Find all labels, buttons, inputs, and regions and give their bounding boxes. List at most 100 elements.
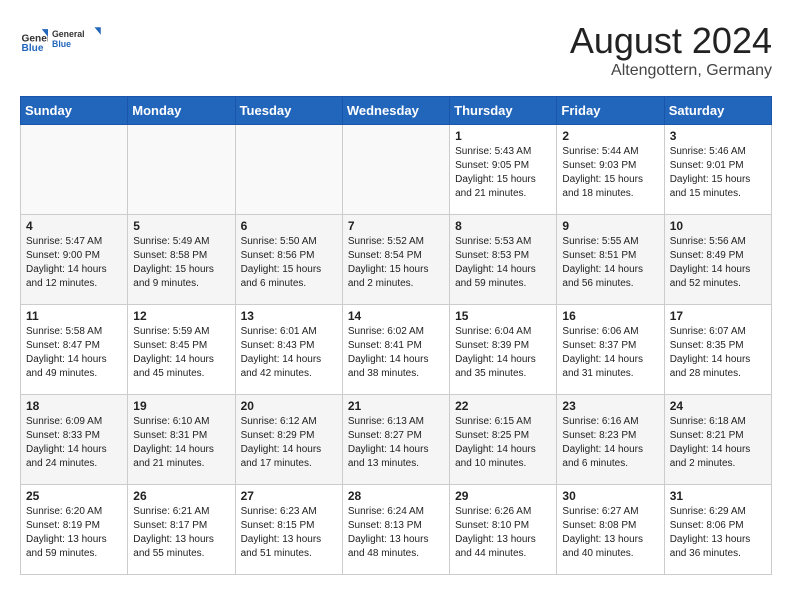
weekday-header-sunday: Sunday: [21, 97, 128, 125]
weekday-header-row: SundayMondayTuesdayWednesdayThursdayFrid…: [21, 97, 772, 125]
day-info: Sunrise: 6:16 AMSunset: 8:23 PMDaylight:…: [562, 415, 658, 471]
day-number: 10: [670, 219, 766, 233]
day-number: 30: [562, 489, 658, 503]
day-info: Sunrise: 5:47 AMSunset: 9:00 PMDaylight:…: [26, 235, 122, 291]
calendar-table: SundayMondayTuesdayWednesdayThursdayFrid…: [20, 96, 772, 575]
day-number: 23: [562, 399, 658, 413]
day-info: Sunrise: 6:29 AMSunset: 8:06 PMDaylight:…: [670, 505, 766, 561]
day-number: 15: [455, 309, 551, 323]
day-info: Sunrise: 5:56 AMSunset: 8:49 PMDaylight:…: [670, 235, 766, 291]
day-number: 24: [670, 399, 766, 413]
day-number: 6: [241, 219, 337, 233]
header: General Blue General Blue August 2024 Al…: [20, 20, 772, 80]
day-cell: 27 Sunrise: 6:23 AMSunset: 8:15 PMDayligh…: [235, 485, 342, 575]
day-number: 31: [670, 489, 766, 503]
day-cell: 12Sunrise: 5:59 AMSunset: 8:45 PMDayligh…: [128, 305, 235, 395]
day-number: 27: [241, 489, 337, 503]
svg-text:Blue: Blue: [22, 43, 44, 54]
day-info: Sunrise: 6:15 AMSunset: 8:25 PMDaylight:…: [455, 415, 551, 471]
day-cell: 7Sunrise: 5:52 AMSunset: 8:54 PMDaylight…: [342, 215, 449, 305]
day-info: Sunrise: 5:59 AMSunset: 8:45 PMDaylight:…: [133, 325, 229, 381]
day-cell: 31 Sunrise: 6:29 AMSunset: 8:06 PMDayligh…: [664, 485, 771, 575]
day-number: 3: [670, 129, 766, 143]
day-cell: 13 Sunrise: 6:01 AMSunset: 8:43 PMDayligh…: [235, 305, 342, 395]
day-cell: 20 Sunrise: 6:12 AMSunset: 8:29 PMDayligh…: [235, 395, 342, 485]
day-info: Sunrise: 5:44 AMSunset: 9:03 PMDaylight:…: [562, 145, 658, 201]
logo: General Blue General Blue: [20, 20, 102, 60]
day-info: Sunrise: 6:04 AMSunset: 8:39 PMDaylight:…: [455, 325, 551, 381]
weekday-header-tuesday: Tuesday: [235, 97, 342, 125]
day-info: Sunrise: 5:46 AMSunset: 9:01 PMDaylight:…: [670, 145, 766, 201]
day-cell: [128, 125, 235, 215]
day-number: 21: [348, 399, 444, 413]
week-row-5: 25 Sunrise: 6:20 AMSunset: 8:19 PMDayligh…: [21, 485, 772, 575]
day-info: Sunrise: 5:49 AMSunset: 8:58 PMDaylight:…: [133, 235, 229, 291]
day-info: Sunrise: 6:01 AMSunset: 8:43 PMDaylight:…: [241, 325, 337, 381]
day-info: Sunrise: 6:06 AMSunset: 8:37 PMDaylight:…: [562, 325, 658, 381]
day-cell: [21, 125, 128, 215]
day-cell: 26Sunrise: 6:21 AMSunset: 8:17 PMDayligh…: [128, 485, 235, 575]
week-row-3: 11 Sunrise: 5:58 AMSunset: 8:47 PMDayligh…: [21, 305, 772, 395]
day-number: 4: [26, 219, 122, 233]
day-number: 8: [455, 219, 551, 233]
day-number: 26: [133, 489, 229, 503]
day-number: 19: [133, 399, 229, 413]
week-row-2: 4 Sunrise: 5:47 AMSunset: 9:00 PMDaylight…: [21, 215, 772, 305]
day-info: Sunrise: 6:10 AMSunset: 8:31 PMDaylight:…: [133, 415, 229, 471]
svg-text:Blue: Blue: [52, 39, 71, 49]
day-cell: 1Sunrise: 5:43 AMSunset: 9:05 PMDaylight…: [450, 125, 557, 215]
day-cell: 18 Sunrise: 6:09 AMSunset: 8:33 PMDayligh…: [21, 395, 128, 485]
logo-graphic: General Blue: [52, 20, 102, 60]
day-info: Sunrise: 6:27 AMSunset: 8:08 PMDaylight:…: [562, 505, 658, 561]
day-cell: 24 Sunrise: 6:18 AMSunset: 8:21 PMDayligh…: [664, 395, 771, 485]
day-number: 2: [562, 129, 658, 143]
day-cell: 21Sunrise: 6:13 AMSunset: 8:27 PMDayligh…: [342, 395, 449, 485]
day-cell: 10 Sunrise: 5:56 AMSunset: 8:49 PMDayligh…: [664, 215, 771, 305]
day-cell: [235, 125, 342, 215]
month-title: August 2024: [570, 20, 772, 62]
day-cell: 17Sunrise: 6:07 AMSunset: 8:35 PMDayligh…: [664, 305, 771, 395]
day-cell: 30 Sunrise: 6:27 AMSunset: 8:08 PMDayligh…: [557, 485, 664, 575]
weekday-header-friday: Friday: [557, 97, 664, 125]
title-area: August 2024 Altengottern, Germany: [570, 20, 772, 80]
day-info: Sunrise: 6:20 AMSunset: 8:19 PMDaylight:…: [26, 505, 122, 561]
day-number: 18: [26, 399, 122, 413]
week-row-4: 18 Sunrise: 6:09 AMSunset: 8:33 PMDayligh…: [21, 395, 772, 485]
day-info: Sunrise: 5:50 AMSunset: 8:56 PMDaylight:…: [241, 235, 337, 291]
day-cell: 11 Sunrise: 5:58 AMSunset: 8:47 PMDayligh…: [21, 305, 128, 395]
day-cell: 6 Sunrise: 5:50 AMSunset: 8:56 PMDaylight…: [235, 215, 342, 305]
day-info: Sunrise: 6:09 AMSunset: 8:33 PMDaylight:…: [26, 415, 122, 471]
weekday-header-monday: Monday: [128, 97, 235, 125]
day-info: Sunrise: 6:23 AMSunset: 8:15 PMDaylight:…: [241, 505, 337, 561]
day-cell: 15 Sunrise: 6:04 AMSunset: 8:39 PMDayligh…: [450, 305, 557, 395]
day-info: Sunrise: 5:55 AMSunset: 8:51 PMDaylight:…: [562, 235, 658, 291]
day-info: Sunrise: 6:07 AMSunset: 8:35 PMDaylight:…: [670, 325, 766, 381]
day-number: 14: [348, 309, 444, 323]
day-info: Sunrise: 6:18 AMSunset: 8:21 PMDaylight:…: [670, 415, 766, 471]
day-number: 5: [133, 219, 229, 233]
day-number: 11: [26, 309, 122, 323]
logo-icon: General Blue: [20, 26, 48, 54]
day-info: Sunrise: 6:12 AMSunset: 8:29 PMDaylight:…: [241, 415, 337, 471]
day-cell: 22 Sunrise: 6:15 AMSunset: 8:25 PMDayligh…: [450, 395, 557, 485]
day-info: Sunrise: 6:02 AMSunset: 8:41 PMDaylight:…: [348, 325, 444, 381]
svg-text:General: General: [52, 29, 85, 39]
day-cell: 29Sunrise: 6:26 AMSunset: 8:10 PMDayligh…: [450, 485, 557, 575]
day-number: 20: [241, 399, 337, 413]
day-info: Sunrise: 5:58 AMSunset: 8:47 PMDaylight:…: [26, 325, 122, 381]
day-number: 16: [562, 309, 658, 323]
weekday-header-wednesday: Wednesday: [342, 97, 449, 125]
day-number: 25: [26, 489, 122, 503]
day-cell: 25 Sunrise: 6:20 AMSunset: 8:19 PMDayligh…: [21, 485, 128, 575]
day-number: 22: [455, 399, 551, 413]
location-title: Altengottern, Germany: [570, 62, 772, 80]
day-info: Sunrise: 5:52 AMSunset: 8:54 PMDaylight:…: [348, 235, 444, 291]
day-cell: 16 Sunrise: 6:06 AMSunset: 8:37 PMDayligh…: [557, 305, 664, 395]
day-info: Sunrise: 5:43 AMSunset: 9:05 PMDaylight:…: [455, 145, 551, 201]
day-number: 9: [562, 219, 658, 233]
day-number: 13: [241, 309, 337, 323]
day-info: Sunrise: 5:53 AMSunset: 8:53 PMDaylight:…: [455, 235, 551, 291]
day-cell: 2 Sunrise: 5:44 AMSunset: 9:03 PMDaylight…: [557, 125, 664, 215]
day-number: 28: [348, 489, 444, 503]
day-cell: 3 Sunrise: 5:46 AMSunset: 9:01 PMDaylight…: [664, 125, 771, 215]
